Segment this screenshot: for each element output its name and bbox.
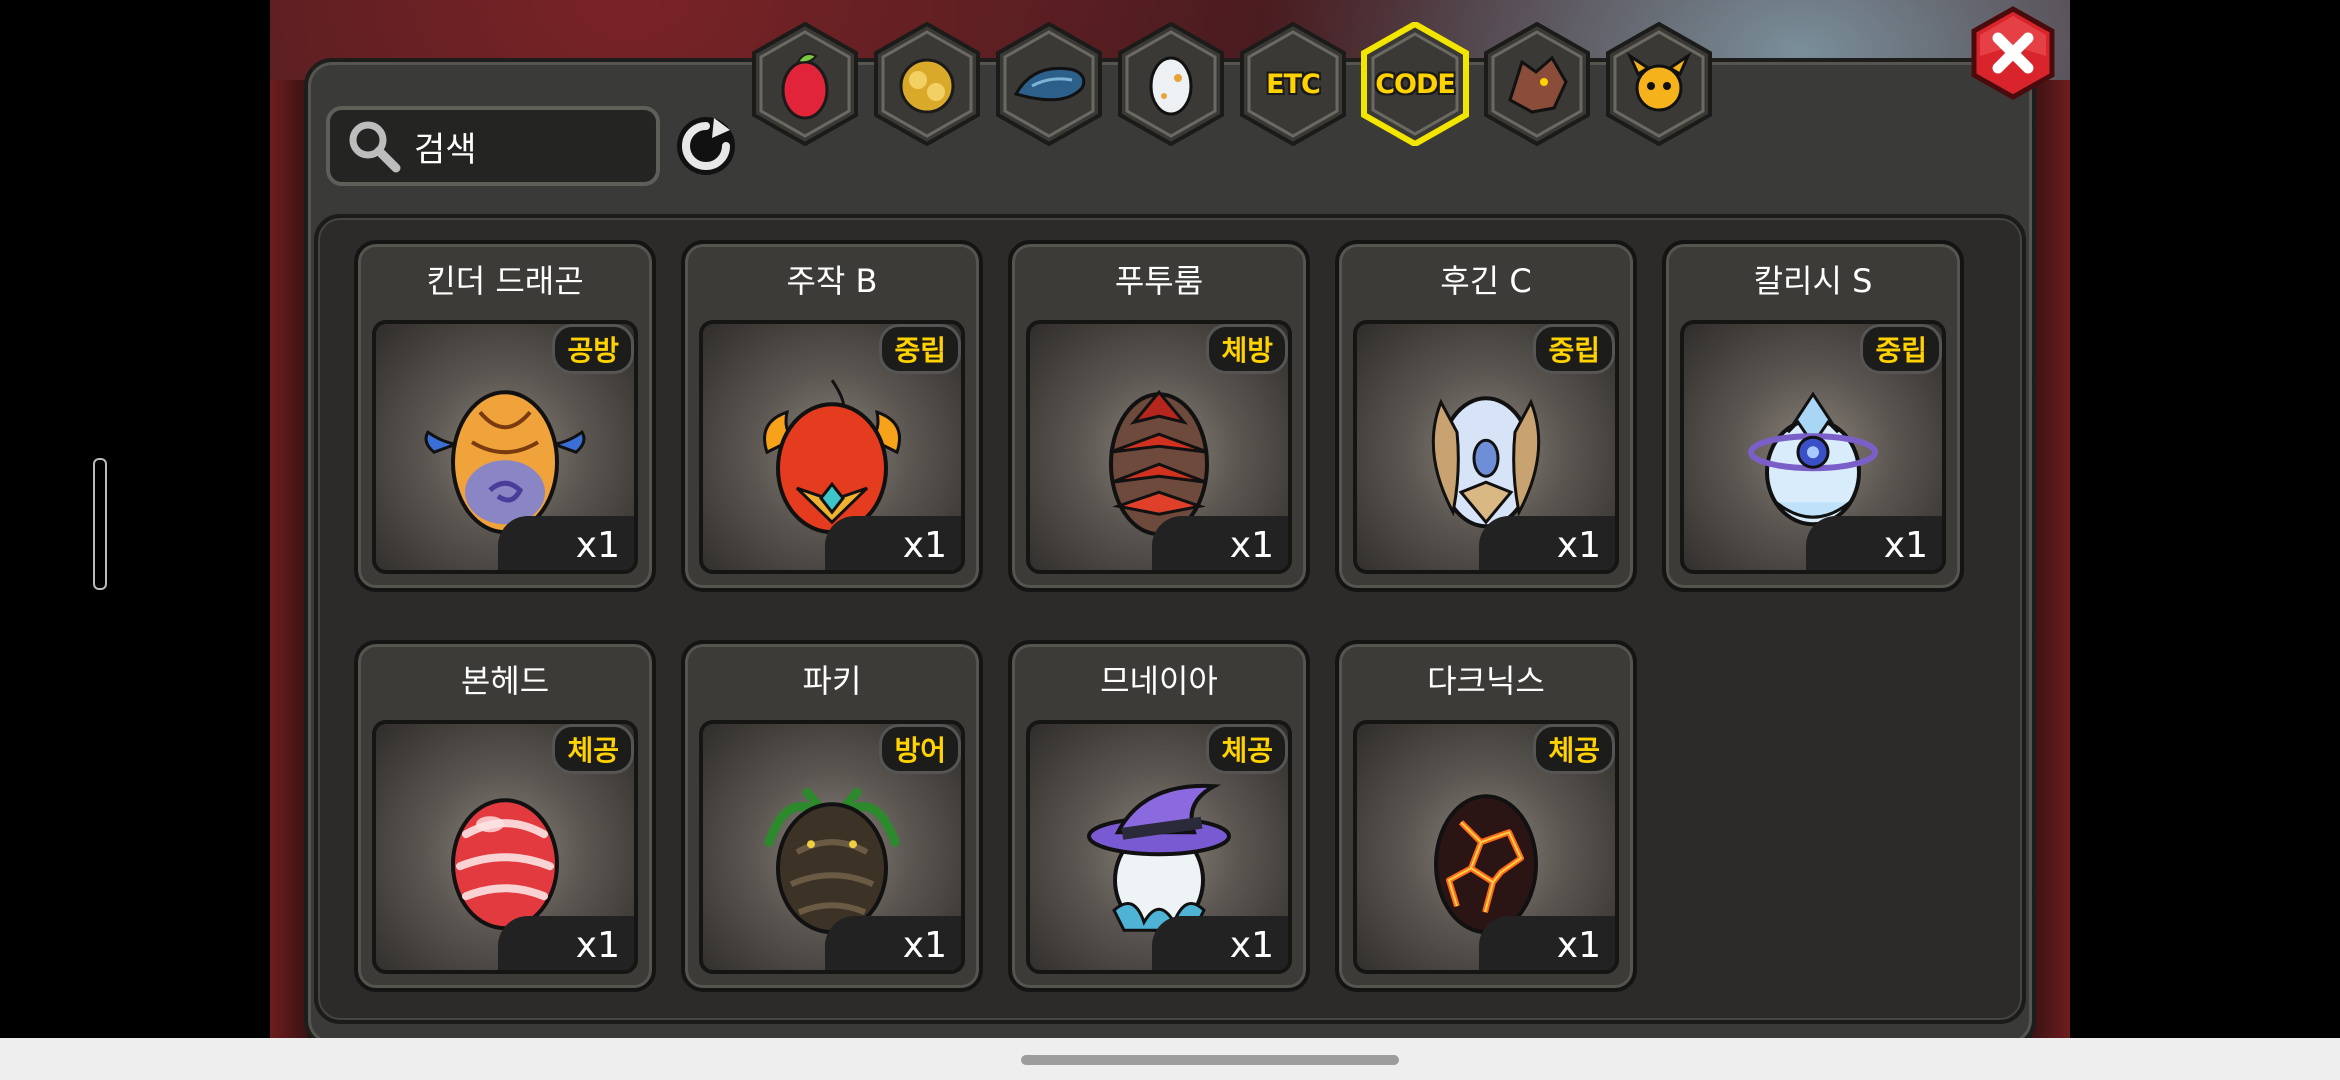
item-image-frame: 공방 x1 <box>372 320 638 574</box>
item-card[interactable]: 다크닉스 체공 x1 <box>1335 640 1637 992</box>
item-name: 후긴 C <box>1440 262 1532 300</box>
tab-fruit[interactable] <box>750 22 860 146</box>
item-name: 다크닉스 <box>1427 662 1545 700</box>
gold-coins-icon <box>899 58 955 114</box>
item-image-frame: 체공 x1 <box>372 720 638 974</box>
background-pillar-left <box>270 80 308 1038</box>
close-button[interactable] <box>1966 6 2060 100</box>
item-type-badge: 방어 <box>879 724 961 774</box>
item-quantity: x1 <box>825 916 961 970</box>
item-type-badge: 중립 <box>1533 324 1615 374</box>
item-quantity: x1 <box>825 516 961 570</box>
item-image-frame: 중립 x1 <box>1680 320 1946 574</box>
item-image-frame: 방어 x1 <box>699 720 965 974</box>
search-icon <box>344 116 404 176</box>
close-icon <box>1971 6 2055 100</box>
item-quantity: x1 <box>1479 916 1615 970</box>
home-indicator[interactable] <box>1021 1055 1399 1065</box>
background-pillar-right <box>2032 80 2070 1038</box>
item-image-frame: 체공 x1 <box>1026 720 1292 974</box>
item-name: 본헤드 <box>460 662 550 700</box>
item-type-badge: 체방 <box>1206 324 1288 374</box>
search-box[interactable] <box>326 106 660 186</box>
item-name: 킨더 드래곤 <box>426 262 584 300</box>
item-card[interactable]: 후긴 C 중립 x1 <box>1335 240 1637 592</box>
item-name: 파키 <box>802 662 862 700</box>
refresh-icon <box>677 117 735 175</box>
category-tabs: ETC CODE <box>750 18 1720 148</box>
item-card[interactable]: 푸투룸 체방 x1 <box>1008 240 1310 592</box>
item-image-frame: 체방 x1 <box>1026 320 1292 574</box>
item-card[interactable]: 칼리시 S 중립 x1 <box>1662 240 1964 592</box>
item-name: 므네이아 <box>1100 662 1218 700</box>
tab-dragon[interactable] <box>1482 22 1592 146</box>
side-handle[interactable] <box>93 458 107 590</box>
item-image-frame: 중립 x1 <box>699 320 965 574</box>
item-quantity: x1 <box>1806 516 1942 570</box>
item-card[interactable]: 주작 B 중립 x1 <box>681 240 983 592</box>
search-input[interactable] <box>412 125 646 167</box>
tab-egg[interactable] <box>1116 22 1226 146</box>
tab-code[interactable]: CODE <box>1360 22 1470 146</box>
egg-icon <box>1149 56 1193 116</box>
item-type-badge: 중립 <box>879 324 961 374</box>
item-card[interactable]: 므네이아 체공 x1 <box>1008 640 1310 992</box>
tab-code-label: CODE <box>1375 68 1456 100</box>
item-type-badge: 체공 <box>1533 724 1615 774</box>
item-name: 칼리시 S <box>1753 262 1873 300</box>
tab-etc[interactable]: ETC <box>1238 22 1348 146</box>
item-quantity: x1 <box>1479 516 1615 570</box>
item-card[interactable]: 파키 방어 x1 <box>681 640 983 992</box>
refresh-button[interactable] <box>674 114 738 178</box>
tab-coin[interactable] <box>872 22 982 146</box>
tab-mascot[interactable] <box>1604 22 1714 146</box>
tab-scale[interactable] <box>994 22 1104 146</box>
item-card[interactable]: 본헤드 체공 x1 <box>354 640 656 992</box>
item-name: 주작 B <box>786 262 878 300</box>
item-type-badge: 중립 <box>1860 324 1942 374</box>
item-image-frame: 체공 x1 <box>1353 720 1619 974</box>
item-type-badge: 체공 <box>552 724 634 774</box>
item-type-badge: 공방 <box>552 324 634 374</box>
item-name: 푸투룸 <box>1114 262 1204 300</box>
item-type-badge: 체공 <box>1206 724 1288 774</box>
item-quantity: x1 <box>498 516 634 570</box>
item-image-frame: 중립 x1 <box>1353 320 1619 574</box>
tab-etc-label: ETC <box>1266 68 1321 100</box>
item-card[interactable]: 킨더 드래곤 공방 x1 <box>354 240 656 592</box>
item-quantity: x1 <box>1152 516 1288 570</box>
item-quantity: x1 <box>498 916 634 970</box>
item-quantity: x1 <box>1152 916 1288 970</box>
